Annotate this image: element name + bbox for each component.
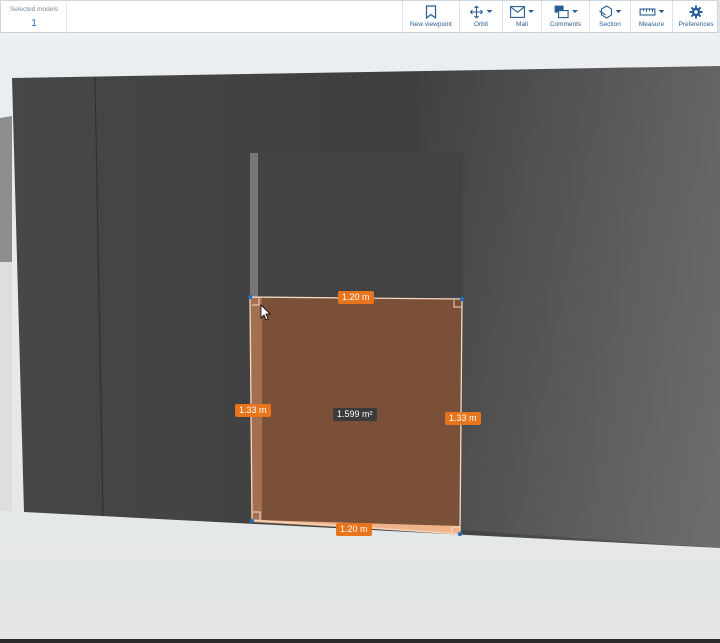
vertex-handle[interactable] xyxy=(459,296,465,302)
3d-viewport[interactable]: 1.20 m 1.33 m 1.33 m 1.599 m² 1.20 m xyxy=(0,33,720,641)
selected-models-count[interactable]: 1 xyxy=(2,18,66,29)
comments-label: Comments xyxy=(549,21,582,28)
mail-label: Mail xyxy=(516,21,528,28)
selected-models-panel: Selected models 1 xyxy=(2,2,67,33)
orbit-button[interactable]: Orbit xyxy=(459,1,502,34)
measure-dropdown-caret-icon[interactable] xyxy=(658,10,664,13)
top-width-label: 1.20 m xyxy=(338,291,374,304)
vertex-handle[interactable] xyxy=(249,518,255,524)
orbit-move-icon xyxy=(470,5,483,18)
gear-icon xyxy=(689,5,703,18)
top-toolbar: Selected models 1 New viewpoint Orbit Ma… xyxy=(0,0,719,34)
preferences-button[interactable]: Preferences xyxy=(672,1,719,34)
vertex-handle[interactable] xyxy=(247,294,253,300)
section-cube-icon xyxy=(599,4,613,19)
wall-highlight xyxy=(420,66,720,548)
orbit-dropdown-caret-icon[interactable] xyxy=(486,10,493,13)
orbit-label: Orbit xyxy=(473,21,489,28)
area-label: 1.599 m² xyxy=(333,408,377,421)
mail-button[interactable]: Mail xyxy=(502,1,541,34)
section-button[interactable]: Section xyxy=(589,1,630,34)
new-viewpoint-button[interactable]: New viewpoint xyxy=(402,1,459,34)
section-dropdown-caret-icon[interactable] xyxy=(615,10,622,13)
selected-models-label: Selected models xyxy=(9,6,59,13)
left-height-label: 1.33 m xyxy=(235,404,271,417)
window-glass xyxy=(250,153,463,297)
right-height-label: 1.33 m xyxy=(445,412,481,425)
vertex-handle[interactable] xyxy=(457,531,463,537)
mail-icon xyxy=(510,5,525,18)
measure-label: Measure xyxy=(638,21,665,28)
measure-ruler-icon xyxy=(639,7,655,16)
3d-scene[interactable] xyxy=(0,33,720,641)
measure-button[interactable]: Measure xyxy=(630,1,672,34)
window-frame-left xyxy=(250,153,258,297)
bottom-border xyxy=(0,639,720,643)
comments-button[interactable]: Comments xyxy=(541,1,589,34)
new-viewpoint-label: New viewpoint xyxy=(410,21,452,28)
comments-icon xyxy=(554,5,569,18)
side-wall xyxy=(0,116,12,262)
floor xyxy=(0,262,12,512)
section-label: Section xyxy=(599,21,621,28)
mail-dropdown-caret-icon[interactable] xyxy=(528,10,534,13)
preferences-label: Preferences xyxy=(678,21,714,28)
bottom-width-label: 1.20 m xyxy=(336,523,372,536)
bookmark-icon xyxy=(425,4,437,19)
comments-dropdown-caret-icon[interactable] xyxy=(571,10,578,13)
